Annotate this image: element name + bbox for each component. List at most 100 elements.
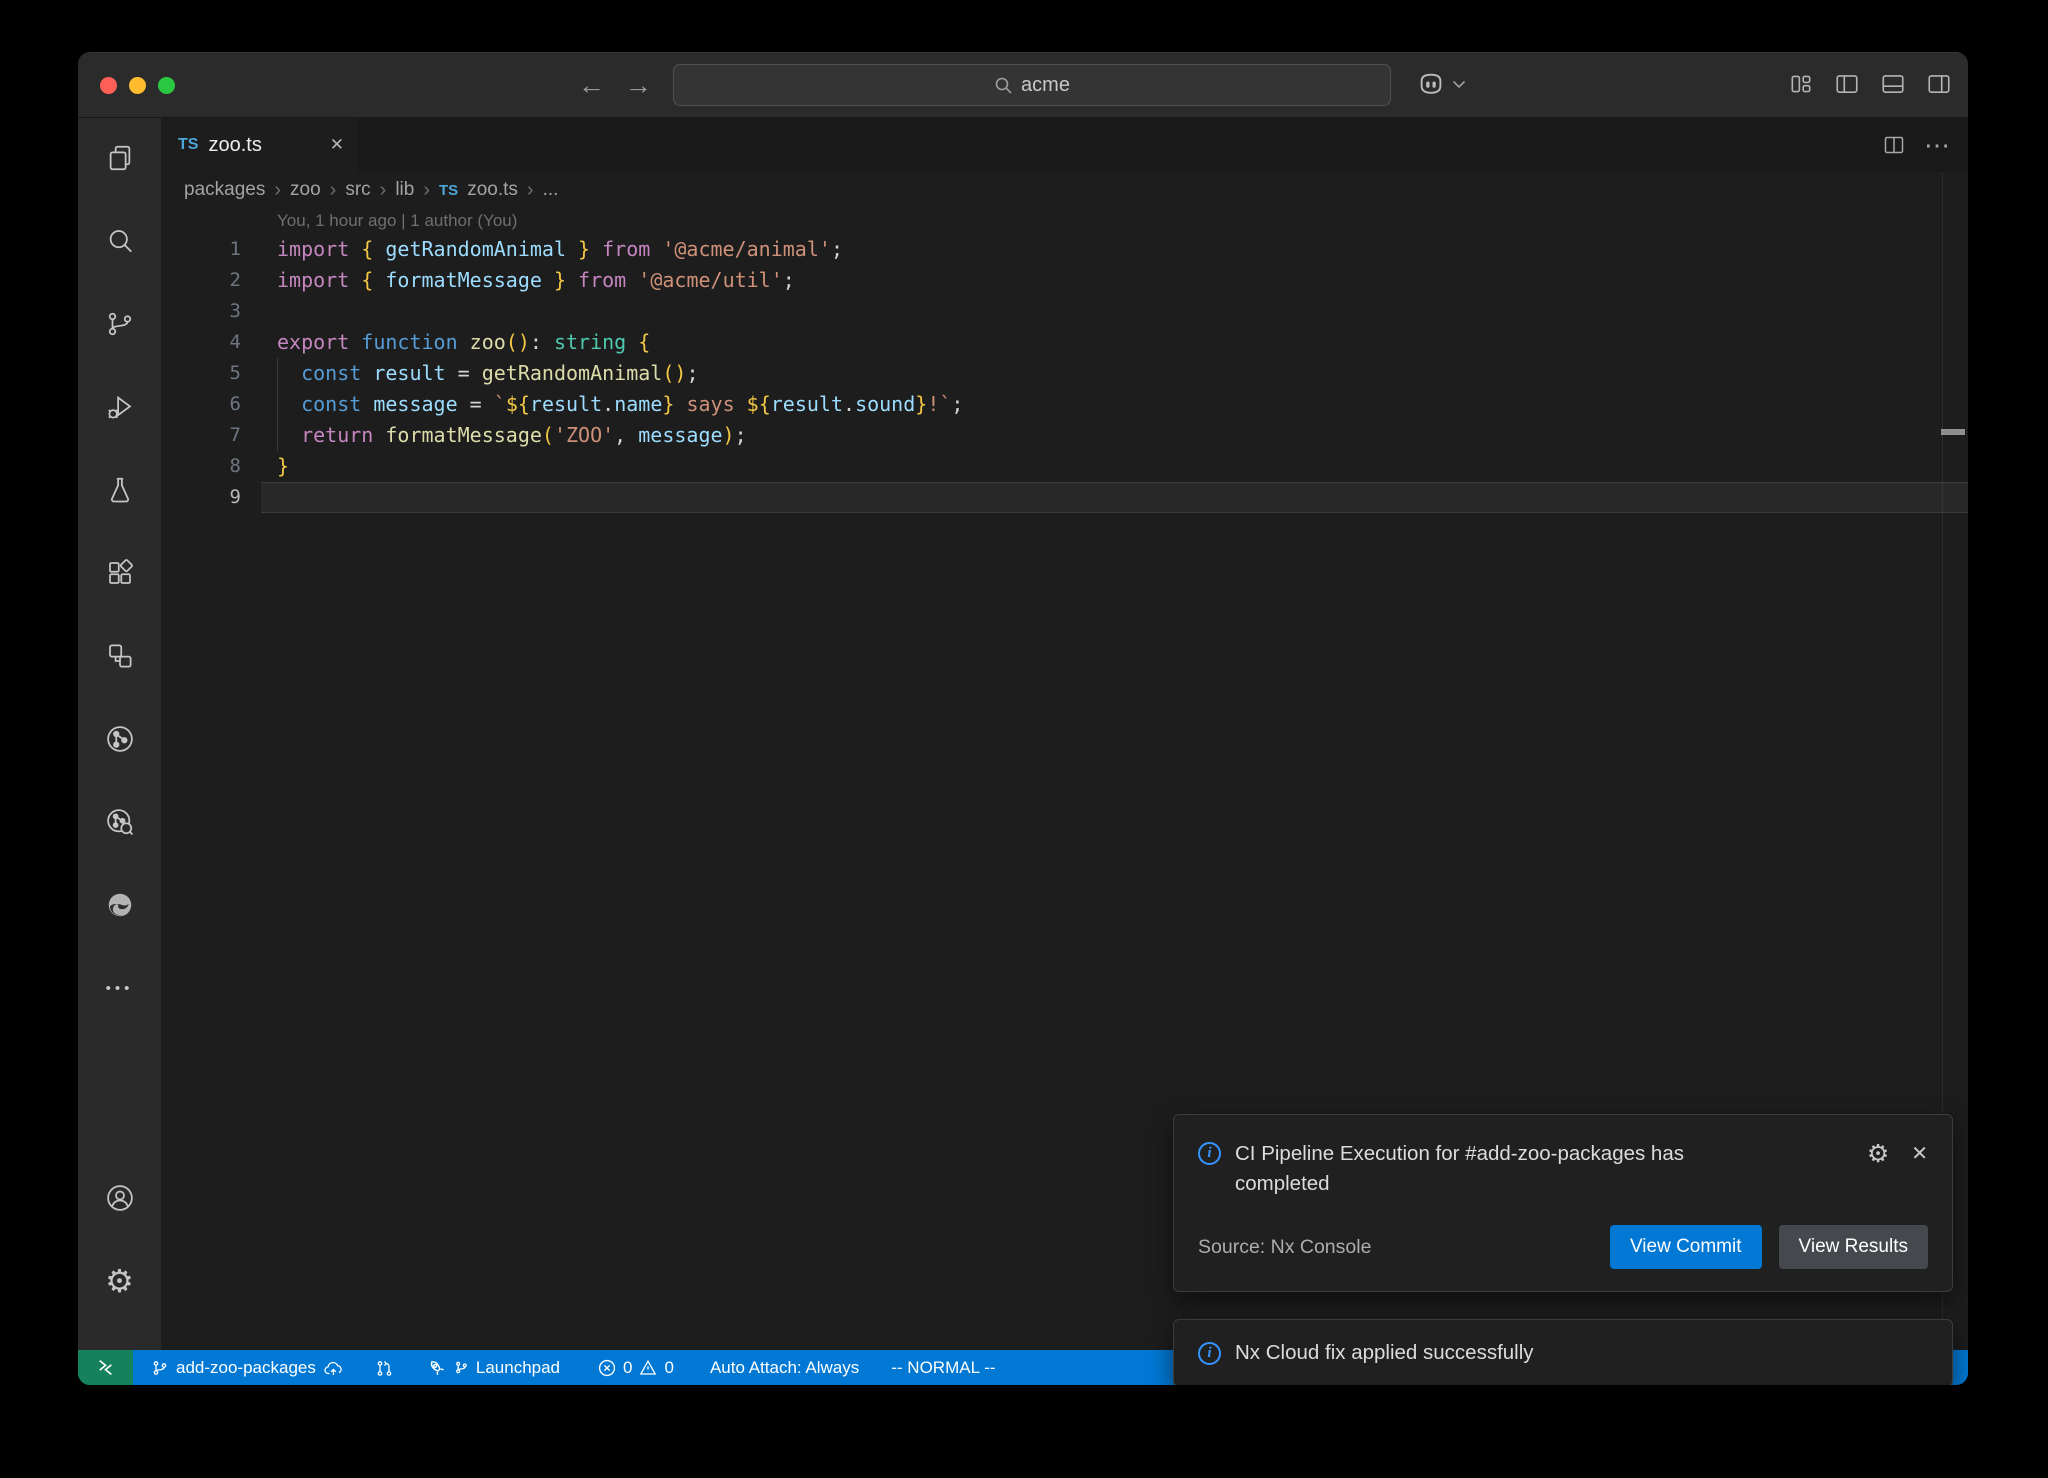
code-text: const message = `${result.name} says ${r…: [241, 389, 963, 420]
breadcrumb-item[interactable]: zoo: [290, 179, 321, 201]
line-number: 9: [161, 482, 241, 513]
error-icon: [598, 1359, 616, 1377]
line-number: 6: [161, 389, 241, 420]
notification-source: Source: Nx Console: [1198, 1236, 1371, 1259]
code-text: [241, 296, 277, 327]
minimize-window-button[interactable]: [129, 77, 146, 94]
code-text: const result = getRandomAnimal();: [241, 358, 698, 389]
code-text: import { getRandomAnimal } from '@acme/a…: [241, 234, 843, 265]
activity-extensions-icon[interactable]: [94, 547, 146, 599]
code-line[interactable]: 5 const result = getRandomAnimal();: [161, 358, 1968, 389]
activity-explorer-icon[interactable]: [94, 132, 146, 184]
code-text: return formatMessage('ZOO', message);: [241, 420, 747, 451]
branch-small-icon: [454, 1360, 469, 1375]
customize-layout-icon[interactable]: [1788, 71, 1814, 97]
notification-toast-nx-cloud: i Nx Cloud fix applied successfully: [1173, 1319, 1953, 1385]
tab-label: zoo.ts: [208, 134, 261, 157]
editor-more-actions-icon[interactable]: ⋯: [1924, 132, 1950, 158]
back-arrow-icon[interactable]: ←: [578, 72, 605, 99]
typescript-file-icon: TS: [178, 136, 198, 154]
chevron-down-icon[interactable]: [1452, 80, 1466, 89]
typescript-file-icon: TS: [439, 182, 458, 199]
activity-source-control-icon[interactable]: [94, 298, 146, 350]
activity-edge-browser-icon[interactable]: [94, 879, 146, 931]
breadcrumb-item-file[interactable]: zoo.ts: [467, 179, 518, 201]
copilot-icon[interactable]: [1416, 69, 1446, 99]
auto-attach-label: Auto Attach: Always: [710, 1358, 859, 1378]
code-line[interactable]: 1import { getRandomAnimal } from '@acme/…: [161, 234, 1968, 265]
breadcrumb-item[interactable]: lib: [395, 179, 414, 201]
overview-ruler-marker: [1941, 429, 1965, 435]
branch-name: add-zoo-packages: [176, 1358, 316, 1378]
code-text: import { formatMessage } from '@acme/uti…: [241, 265, 795, 296]
problems-status[interactable]: 0 0: [594, 1350, 678, 1385]
code-line[interactable]: 7 return formatMessage('ZOO', message);: [161, 420, 1968, 451]
activity-account-icon[interactable]: [94, 1172, 146, 1224]
remote-indicator[interactable]: [78, 1350, 133, 1385]
code-line[interactable]: 4export function zoo(): string {: [161, 327, 1968, 358]
toggle-secondary-sidebar-icon[interactable]: [1926, 71, 1952, 97]
forward-arrow-icon[interactable]: →: [625, 72, 652, 99]
code-line[interactable]: 3: [161, 296, 1968, 327]
command-center-search[interactable]: acme: [673, 64, 1391, 106]
line-number: 2: [161, 265, 241, 296]
code-text: export function zoo(): string {: [241, 327, 650, 358]
breadcrumb: packages› zoo› src› lib› TS zoo.ts› ...: [161, 172, 1968, 208]
line-number: 3: [161, 296, 241, 327]
remote-icon: [96, 1358, 115, 1377]
notification-settings-icon[interactable]: ⚙: [1867, 1139, 1889, 1168]
code-text: [241, 482, 277, 513]
search-icon: [994, 76, 1013, 95]
git-pull-request-status[interactable]: [371, 1350, 397, 1385]
toggle-primary-sidebar-icon[interactable]: [1834, 71, 1860, 97]
chevron-right-icon: ›: [274, 179, 281, 202]
code-lines: 1import { getRandomAnimal } from '@acme/…: [161, 234, 1968, 513]
breadcrumb-item-more[interactable]: ...: [543, 179, 559, 201]
chevron-right-icon: ›: [380, 179, 387, 202]
breadcrumb-item[interactable]: src: [345, 179, 370, 201]
activity-testing-icon[interactable]: [94, 464, 146, 516]
search-value: acme: [1021, 74, 1070, 97]
vim-mode-status[interactable]: -- NORMAL --: [887, 1350, 999, 1385]
line-number: 1: [161, 234, 241, 265]
line-number: 7: [161, 420, 241, 451]
auto-attach-status[interactable]: Auto Attach: Always: [706, 1350, 863, 1385]
view-commit-button[interactable]: View Commit: [1610, 1225, 1762, 1269]
chevron-right-icon: ›: [423, 179, 430, 202]
breadcrumb-item[interactable]: packages: [184, 179, 265, 201]
view-results-button[interactable]: View Results: [1779, 1225, 1928, 1269]
branch-icon: [151, 1359, 169, 1377]
launchpad-status[interactable]: Launchpad: [423, 1350, 564, 1385]
code-line[interactable]: 8}: [161, 451, 1968, 482]
line-number: 4: [161, 327, 241, 358]
tab-zoo-ts[interactable]: TS zoo.ts ✕: [161, 118, 358, 172]
toggle-panel-icon[interactable]: [1880, 71, 1906, 97]
title-bar: ← → acme: [78, 52, 1968, 118]
activity-remote-explorer-icon[interactable]: [94, 630, 146, 682]
activity-gitlens-icon[interactable]: [94, 796, 146, 848]
notification-message: CI Pipeline Execution for #add-zoo-packa…: [1235, 1139, 1755, 1199]
tab-close-icon[interactable]: ✕: [330, 135, 344, 155]
vim-mode-label: -- NORMAL --: [891, 1358, 995, 1378]
code-line[interactable]: 6 const message = `${result.name} says $…: [161, 389, 1968, 420]
rocket-icon: [427, 1358, 447, 1378]
activity-more-icon[interactable]: •••: [94, 962, 146, 1014]
notification-close-icon[interactable]: ✕: [1911, 1141, 1928, 1166]
activity-nx-console-icon[interactable]: [94, 713, 146, 765]
notification-message: Nx Cloud fix applied successfully: [1235, 1338, 1534, 1368]
activity-search-icon[interactable]: [94, 215, 146, 267]
line-number: 8: [161, 451, 241, 482]
split-editor-icon[interactable]: [1882, 133, 1906, 157]
code-text: }: [241, 451, 289, 482]
info-icon: i: [1198, 1142, 1221, 1165]
close-window-button[interactable]: [100, 77, 117, 94]
code-line[interactable]: 2import { formatMessage } from '@acme/ut…: [161, 265, 1968, 296]
error-count: 0: [623, 1358, 632, 1378]
tab-bar: TS zoo.ts ✕ ⋯: [161, 118, 1968, 172]
git-branch-status[interactable]: add-zoo-packages: [147, 1350, 347, 1385]
activity-run-debug-icon[interactable]: [94, 381, 146, 433]
activity-settings-icon[interactable]: ⚙: [94, 1255, 146, 1307]
warning-icon: [639, 1359, 657, 1377]
zoom-window-button[interactable]: [158, 77, 175, 94]
code-line[interactable]: 9: [161, 482, 1968, 513]
